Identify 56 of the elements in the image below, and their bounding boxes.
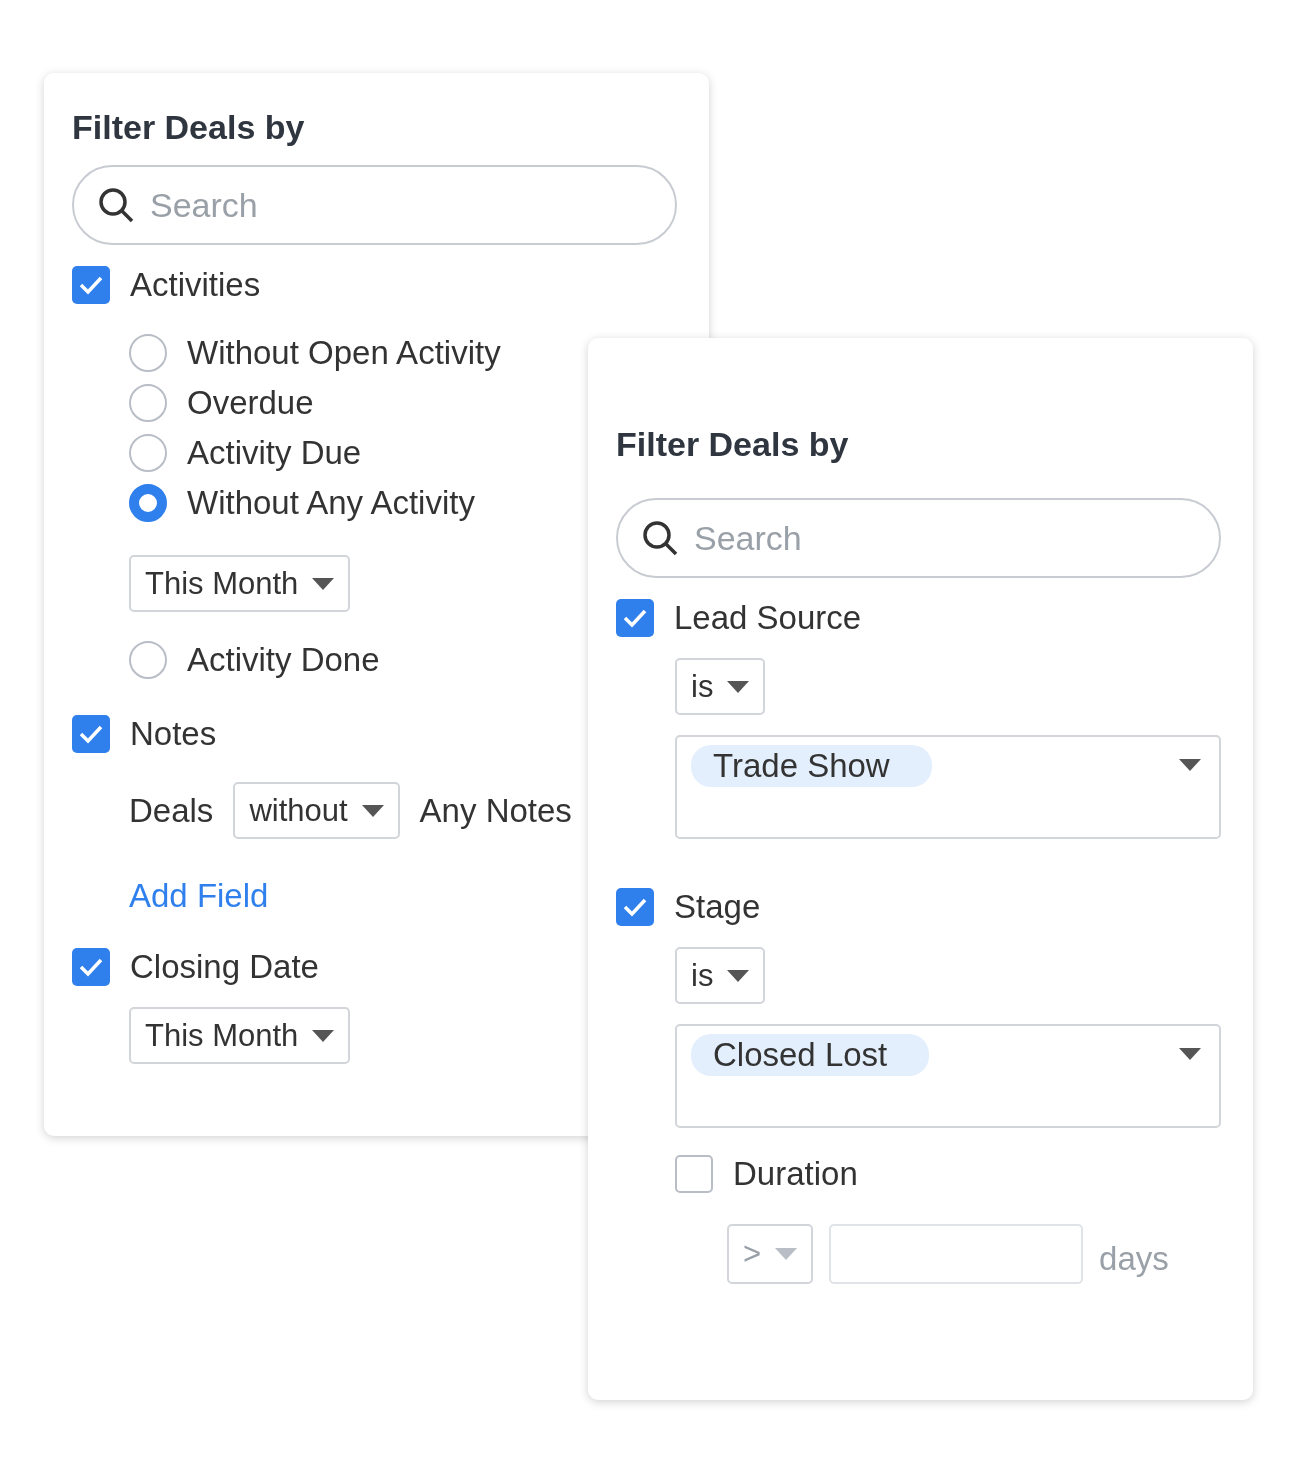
radio-button[interactable] [129, 384, 167, 422]
caret-icon [312, 1029, 335, 1042]
radio-button[interactable] [129, 484, 167, 522]
search-icon [98, 187, 134, 223]
checkbox[interactable] [616, 599, 654, 637]
sentence-text: Any Notes [419, 791, 572, 830]
check-icon [623, 897, 647, 917]
add-field-link[interactable]: Add Field [129, 877, 269, 915]
search-field[interactable]: Search [616, 498, 1221, 578]
radio-button[interactable] [129, 434, 167, 472]
radio-label: Activity Done [187, 641, 380, 679]
caret-icon [312, 577, 335, 590]
checkbox-label: Duration [733, 1155, 858, 1193]
dropdown[interactable]: This Month [129, 555, 351, 612]
caret-icon [1179, 759, 1201, 771]
dropdown[interactable]: is [675, 947, 766, 1004]
radio-label: Without Any Activity [187, 484, 475, 522]
sentence-text: Deals [129, 791, 214, 830]
tag-chip: Closed Lost [691, 1034, 930, 1076]
radio-button[interactable] [129, 334, 167, 372]
checkbox[interactable] [675, 1155, 713, 1193]
panel-title: Filter Deals by [72, 107, 306, 147]
caret-icon [1179, 1048, 1201, 1060]
caret-icon [775, 1248, 798, 1260]
tag-chip: Trade Show [691, 745, 932, 787]
dropdown[interactable]: This Month [129, 1007, 351, 1064]
radio-label: Activity Due [187, 434, 362, 472]
search-input[interactable]: Search [148, 184, 651, 226]
dropdown[interactable]: without [233, 782, 400, 839]
caret-icon [727, 969, 750, 982]
search-input[interactable]: Search [692, 517, 1195, 559]
checkbox-label: Stage [674, 888, 761, 926]
check-icon [79, 957, 103, 977]
radio-label: Overdue [187, 384, 314, 422]
checkbox[interactable] [72, 266, 110, 304]
checkbox-label: Notes [130, 715, 217, 753]
checkbox[interactable] [616, 888, 654, 926]
panel-title: Filter Deals by [616, 424, 850, 464]
checkbox[interactable] [72, 948, 110, 986]
picklist-field[interactable]: Closed Lost [675, 1024, 1221, 1128]
check-icon [79, 275, 103, 295]
radio-label: Without Open Activity [187, 334, 501, 372]
dropdown[interactable]: is [675, 658, 766, 715]
checkbox-label: Closing Date [130, 948, 319, 986]
check-icon [79, 724, 103, 744]
checkbox[interactable] [72, 715, 110, 753]
caret-icon [361, 804, 384, 817]
picklist-field[interactable]: Trade Show [675, 735, 1221, 839]
checkbox-label: Activities [130, 266, 261, 304]
check-icon [623, 608, 647, 628]
search-field[interactable]: Search [72, 165, 677, 245]
search-icon [642, 520, 678, 556]
checkbox-label: Lead Source [674, 599, 862, 637]
caret-icon [727, 680, 750, 693]
unit-label: days [1099, 1240, 1169, 1278]
radio-button[interactable] [129, 641, 167, 679]
